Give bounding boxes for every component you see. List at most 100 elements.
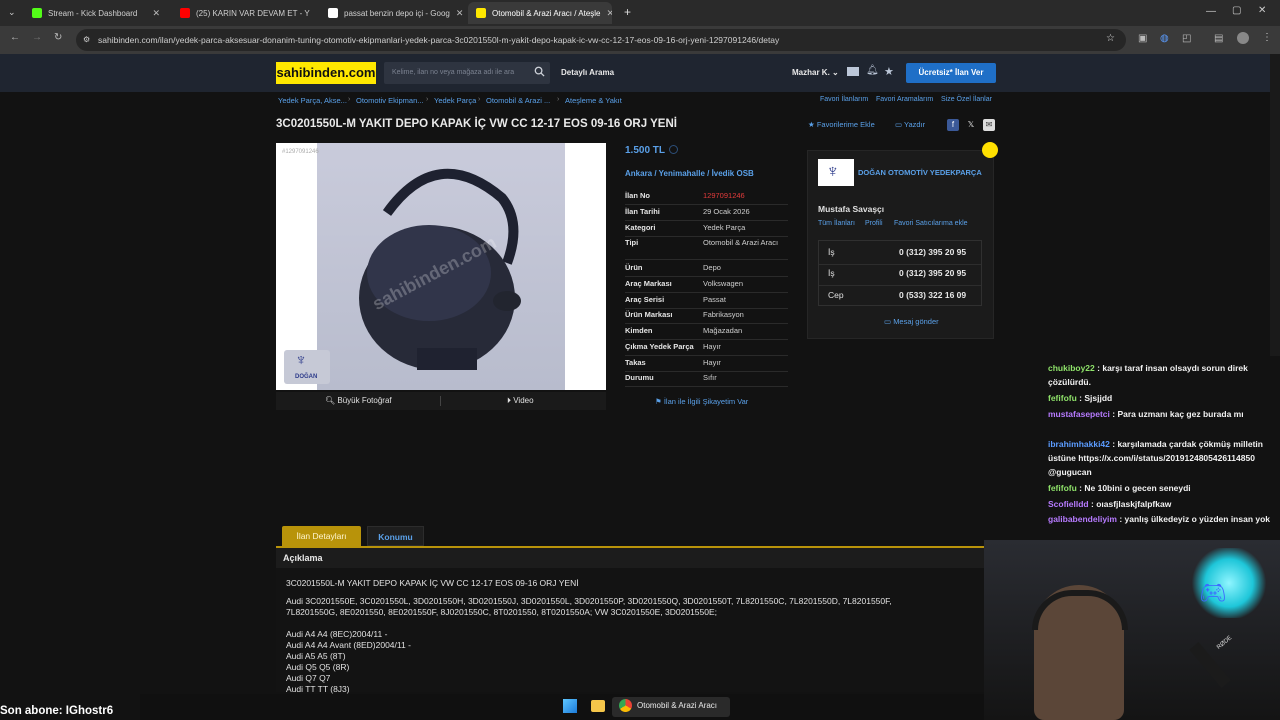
chat-username[interactable]: fefifofu — [1048, 483, 1077, 493]
listing-price: 1.500 TL — [625, 145, 666, 156]
breadcrumb-item[interactable]: Yedek Parça, Akse... — [278, 96, 347, 105]
forward-icon[interactable]: → — [32, 32, 42, 43]
breadcrumb-chevron-icon: › — [426, 96, 429, 103]
phone-number[interactable]: 0 (312) 395 20 95 — [899, 268, 966, 278]
post-ad-button[interactable]: Ücretsiz* İlan Ver — [906, 63, 996, 83]
add-favorite-link[interactable]: ★ Favorilerime Ekle — [808, 120, 875, 129]
store-logo[interactable]: ♆ — [818, 159, 854, 186]
browser-tab[interactable]: (25) KARIN VAR DEVAM ET - Y✕ — [172, 2, 316, 24]
top-link[interactable]: Favori İlanlarım — [820, 96, 868, 103]
listing-location[interactable]: Ankara / Yenimahalle / İvedik OSB — [625, 169, 754, 178]
top-link[interactable]: Size Özel İlanlar — [941, 96, 992, 103]
maximize-icon[interactable]: ▢ — [1232, 5, 1241, 16]
chat-username[interactable]: mustafasepetci — [1048, 409, 1110, 419]
site-logo[interactable]: sahibinden.com — [276, 62, 376, 84]
tab-location[interactable]: Konumu — [367, 526, 424, 546]
tab-close-icon[interactable]: ✕ — [601, 8, 613, 19]
description-line: Audi Q7 Q7 — [286, 673, 331, 683]
top-link[interactable]: Favori Aramalarım — [876, 96, 933, 103]
reload-icon[interactable]: ↻ — [54, 32, 62, 43]
detail-key: Araç Serisi — [625, 295, 665, 304]
extension-icon[interactable]: ▣ — [1138, 33, 1147, 44]
chat-username[interactable]: chukiboy22 — [1048, 363, 1095, 373]
site-info-icon[interactable]: ⚙ — [83, 35, 90, 44]
close-window-icon[interactable]: ✕ — [1258, 5, 1266, 16]
chat-username[interactable]: ibrahimhakki42 — [1048, 439, 1110, 449]
new-tab-button[interactable]: + — [624, 5, 631, 19]
browser-tab[interactable]: Stream - Kick Dashboard ✕ — [24, 2, 168, 24]
scrollbar[interactable] — [1270, 54, 1280, 356]
email-share-icon[interactable]: ✉ — [983, 119, 995, 131]
extension-icon[interactable]: ◍ — [1160, 33, 1169, 44]
detail-value: 1297091246 — [703, 191, 745, 200]
browser-tab[interactable]: passat benzin depo içi - Goog ✕ — [320, 2, 464, 24]
description-line: Audi A5 A5 (8T) — [286, 651, 346, 661]
detail-value: Otomobil & Arazi Aracı — [703, 238, 779, 247]
breadcrumb-item[interactable]: Otomobil & Arazi ... — [486, 96, 550, 105]
message-icon: ▭ — [884, 317, 892, 326]
video-label: Video — [513, 396, 534, 405]
user-menu[interactable]: Mazhar K. ⌄ — [792, 68, 839, 77]
browser-tab[interactable]: Otomobil & Arazi Aracı / Ateşle ✕ — [468, 2, 612, 24]
search-input[interactable]: Kelime, ilan no veya mağaza adı ile ara — [384, 62, 550, 84]
send-message-link[interactable]: ▭ Mesaj gönder — [884, 317, 939, 326]
browser-menu-icon[interactable]: ⋮ — [1262, 32, 1272, 43]
listing-photo[interactable]: #1297091246 sahibinden.com ♆ DOĞAN — [276, 143, 606, 390]
breadcrumb-item[interactable]: Yedek Parça — [434, 96, 476, 105]
detail-row: Ürün Depo — [625, 263, 788, 277]
photo-toolbar-divider — [440, 396, 441, 406]
file-explorer-icon[interactable] — [591, 700, 605, 712]
windows-start-icon[interactable] — [563, 699, 577, 713]
breadcrumb-item[interactable]: Otomotiv Ekipman... — [356, 96, 424, 105]
notification-bell-icon[interactable]: 🔔︎ — [866, 65, 879, 76]
phone-number[interactable]: 0 (312) 395 20 95 — [899, 247, 966, 257]
description-line: Audi 3C0201550E, 3C0201550L, 3D0201550H,… — [286, 596, 892, 606]
store-name[interactable]: DOĞAN OTOMOTİV YEDEKPARÇA — [858, 168, 982, 177]
bookmark-star-icon[interactable]: ☆ — [1106, 33, 1115, 44]
tab-close-icon[interactable]: ✕ — [146, 8, 160, 19]
price-info-icon[interactable] — [669, 145, 678, 154]
url-field[interactable]: sahibinden.com/ilan/yedek-parca-aksesuar… — [76, 29, 1126, 51]
complaint-label: İlan ile İlgili Şikayetim Var — [663, 397, 749, 406]
x-share-icon[interactable]: 𝕏 — [965, 119, 977, 131]
extensions-puzzle-icon[interactable]: ◰ — [1182, 33, 1191, 44]
video-button[interactable]: ⏵ Video — [507, 396, 534, 406]
seller-link[interactable]: Tüm İlanları — [818, 220, 855, 227]
side-panel-icon[interactable]: ▤ — [1214, 33, 1223, 44]
detail-row: İlan No 1297091246 — [625, 191, 788, 205]
tab-listing-details[interactable]: İlan Detayları — [282, 526, 361, 546]
chat-username[interactable]: fefifofu — [1048, 393, 1077, 403]
detail-value: Depo — [703, 263, 721, 272]
breadcrumb-item[interactable]: Ateşleme & Yakıt — [565, 96, 622, 105]
chat-username[interactable]: galibabendeliyim — [1048, 514, 1117, 524]
seller-link[interactable]: Favori Satıcılarıma ekle — [894, 220, 968, 227]
search-icon[interactable] — [534, 66, 545, 77]
browser-tab-bar: ⌄ Stream - Kick Dashboard ✕ (25) KARIN VAR… — [0, 0, 1280, 26]
big-photo-button[interactable]: 🔍︎ Büyük Fotoğraf — [325, 396, 392, 405]
detail-value: Sıfır — [703, 373, 717, 382]
tab-favicon-icon — [328, 8, 338, 18]
chat-message: Scofielldd : oıasfjlaskjfalpfkaw — [1048, 497, 1276, 511]
advanced-search-link[interactable]: Detaylı Arama — [561, 68, 614, 77]
back-icon[interactable]: ← — [10, 32, 20, 43]
tab-favicon-icon — [476, 8, 486, 18]
detail-key: Takas — [625, 358, 646, 367]
profile-avatar[interactable] — [1237, 32, 1249, 44]
facebook-share-icon[interactable]: f — [947, 119, 959, 131]
tab-close-icon[interactable]: ✕ — [450, 8, 464, 19]
seller-link[interactable]: Profili — [865, 220, 883, 227]
site-header — [0, 54, 1270, 92]
tab-list-icon[interactable]: ⌄ — [8, 7, 16, 18]
chat-username[interactable]: Scofielldd — [1048, 499, 1089, 509]
tab-favicon-icon — [180, 8, 190, 18]
print-link[interactable]: ▭ Yazdır — [895, 120, 925, 129]
mail-icon[interactable] — [847, 67, 859, 76]
minimize-icon[interactable]: — — [1206, 6, 1216, 17]
complaint-link[interactable]: ⚑ İlan ile İlgili Şikayetim Var — [655, 397, 748, 406]
phone-number[interactable]: 0 (533) 322 16 09 — [899, 290, 966, 300]
description-header — [276, 548, 984, 568]
listing-title: 3C0201550L-M YAKIT DEPO KAPAK İÇ VW CC 1… — [276, 118, 677, 130]
big-photo-label: Büyük Fotoğraf — [337, 396, 392, 405]
favorites-star-icon[interactable]: ★ — [884, 65, 894, 78]
tab-close-icon[interactable]: ✕ — [310, 8, 317, 19]
